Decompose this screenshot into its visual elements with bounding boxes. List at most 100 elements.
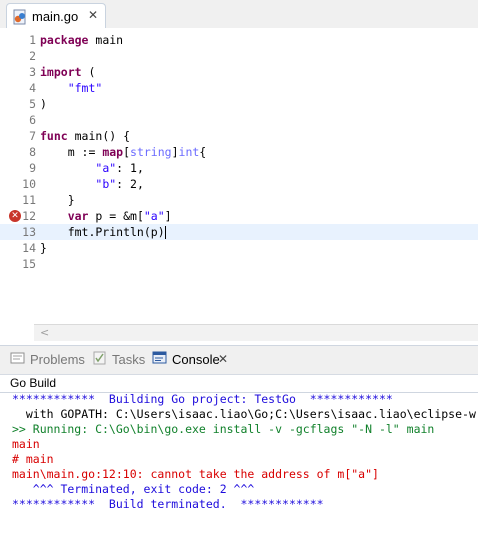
code-token: fmt.Println(p) (40, 225, 165, 239)
console-output[interactable]: ************ Building Go project: TestGo… (0, 392, 478, 536)
scroll-left-icon[interactable]: < (40, 325, 49, 341)
go-file-icon (13, 9, 26, 25)
line-number: 15 (22, 257, 36, 271)
line-number: 8 (29, 145, 36, 159)
code-token: string (130, 145, 172, 159)
line-number: 13 (22, 225, 36, 239)
console-line: main (12, 437, 40, 451)
tab-console[interactable]: Console (152, 351, 220, 369)
line-number: 11 (22, 193, 36, 207)
code-token: "a" (143, 209, 165, 223)
code-token: ] (171, 145, 179, 159)
code-token: ) (40, 97, 47, 111)
code-token: main() { (67, 129, 131, 143)
code-token: ] (164, 209, 172, 223)
console-line: ^^^ Terminated, exit code: 2 ^^^ (12, 482, 255, 496)
code-text: "fmt" (40, 80, 103, 96)
problems-icon (10, 351, 26, 370)
code-line[interactable]: 6 (0, 112, 478, 128)
code-token: } (40, 193, 75, 207)
console-line: # main (12, 452, 54, 466)
editor-tab-strip: main.go ✕ (0, 0, 478, 29)
line-number: 3 (29, 65, 36, 79)
code-token: : 1, (116, 161, 144, 175)
console-icon (152, 351, 168, 370)
code-token: "fmt" (67, 81, 103, 95)
code-token: "a" (95, 161, 117, 175)
code-line[interactable]: ✕ 12 var p = &m["a"] (0, 208, 478, 224)
line-number: 5 (29, 97, 36, 111)
tasks-icon (92, 351, 108, 370)
code-text: import ( (40, 64, 95, 80)
console-line: with GOPATH: C:\Users\isaac.liao\Go;C:\U… (12, 407, 476, 421)
code-line[interactable]: 2 (0, 48, 478, 64)
line-number: 10 (22, 177, 36, 191)
close-icon[interactable]: ✕ (87, 8, 99, 22)
code-token: main (88, 33, 124, 47)
code-token: } (40, 241, 47, 255)
code-text: } (40, 240, 47, 256)
code-line[interactable]: 4 "fmt" (0, 80, 478, 96)
code-token: func (40, 129, 68, 143)
code-text: package main (40, 32, 123, 48)
close-icon[interactable]: ✕ (218, 352, 228, 366)
line-number: 1 (29, 33, 36, 47)
code-token: var (67, 209, 89, 223)
code-line[interactable]: 15 (0, 256, 478, 272)
code-editor[interactable]: 1 package main 2 3 import (4 "fmt" 5) 6 7 func m… (0, 28, 478, 341)
code-text: func main() { (40, 128, 130, 144)
code-token: m := (40, 145, 103, 159)
code-token: : 2, (116, 177, 144, 191)
code-token: package (40, 33, 89, 47)
code-line[interactable]: 9 "a": 1, (0, 160, 478, 176)
line-number: 9 (29, 161, 36, 175)
code-token: map (102, 145, 124, 159)
horizontal-scrollbar[interactable]: < (34, 324, 478, 341)
code-token: import (40, 65, 82, 79)
console-line: >> Running: C:\Go\bin\go.exe install -v … (12, 422, 435, 436)
code-text: fmt.Println(p) (40, 224, 166, 240)
code-line[interactable]: 13 fmt.Println(p) (0, 224, 478, 240)
console-line: ************ Build terminated. *********… (12, 497, 324, 511)
line-number: 2 (29, 49, 36, 63)
tab-problems[interactable]: Problems (10, 351, 85, 369)
line-number: 7 (29, 129, 36, 143)
code-text: "b": 2, (40, 176, 144, 192)
code-text: ) (40, 96, 47, 112)
code-line[interactable]: 14} (0, 240, 478, 256)
code-token: "b" (95, 177, 117, 191)
code-line[interactable]: 7 func main() { (0, 128, 478, 144)
console-line: main\main.go:12:10: cannot take the addr… (12, 467, 379, 481)
code-text: } (40, 192, 75, 208)
code-text: "a": 1, (40, 160, 144, 176)
line-number: 12 (22, 209, 36, 223)
code-token: p = &m[ (88, 209, 144, 223)
code-token: [ (123, 145, 131, 159)
code-token: int (178, 145, 200, 159)
line-number: 14 (22, 241, 36, 255)
code-line[interactable]: 11 } (0, 192, 478, 208)
code-line[interactable]: 1 package main (0, 32, 478, 48)
editor-tab-label: main.go (32, 9, 79, 24)
code-line[interactable]: 10 "b": 2, (0, 176, 478, 192)
line-number: 6 (29, 113, 36, 127)
tab-problems-label: Problems (30, 352, 85, 367)
code-line[interactable]: 5) (0, 96, 478, 112)
code-line[interactable]: 3 import ( (0, 64, 478, 80)
code-line[interactable]: 8 m := map[string]int{ (0, 144, 478, 160)
tab-tasks[interactable]: Tasks (92, 351, 145, 369)
console-line: ************ Building Go project: TestGo… (12, 392, 393, 406)
code-token: { (199, 145, 207, 159)
tab-tasks-label: Tasks (112, 352, 146, 367)
panel-tab-bar: Problems Tasks Console ✕ (0, 345, 478, 375)
tab-console-label: Console (172, 352, 220, 367)
code-text: m := map[string]int{ (40, 144, 207, 160)
editor-tab-main-go[interactable]: main.go ✕ (6, 3, 106, 28)
console-title: Go Build (10, 376, 57, 390)
code-text: var p = &m["a"] (40, 208, 172, 224)
line-number: 4 (29, 81, 36, 95)
